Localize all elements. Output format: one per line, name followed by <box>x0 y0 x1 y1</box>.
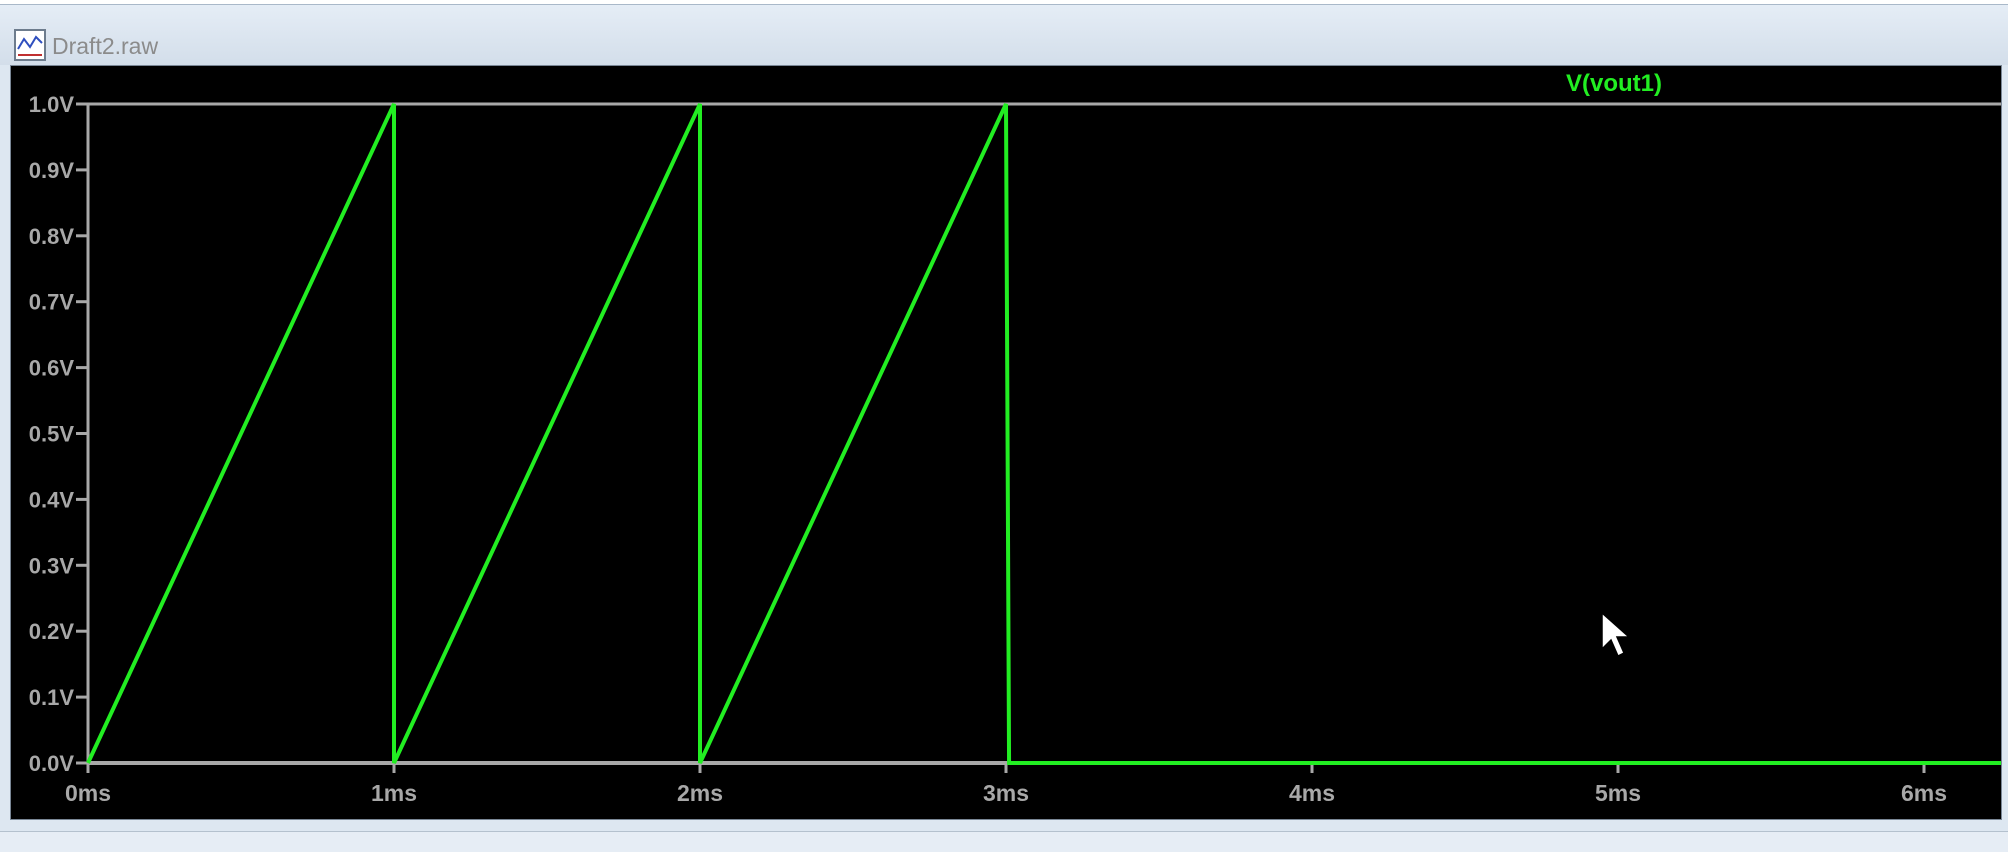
y-tick-label: 0.1V <box>29 685 75 710</box>
y-tick-label: 0.9V <box>29 158 75 183</box>
plot-pane[interactable]: 0.0V 0.1V 0.2V 0.3V 0.4V 0.5V 0.6V 0.7V 0.8V 0.9V… <box>10 65 2008 820</box>
y-tick-label: 0.3V <box>29 553 75 578</box>
window-titlebar[interactable]: Draft2.raw <box>0 5 2008 65</box>
x-tick-label: 0ms <box>65 780 111 806</box>
y-tick-label: 0.5V <box>29 422 75 447</box>
x-tick-label: 4ms <box>1289 780 1335 806</box>
waveform-plot[interactable]: 0.0V 0.1V 0.2V 0.3V 0.4V 0.5V 0.6V 0.7V 0.8V 0.9V… <box>11 66 2008 819</box>
x-tick-label: 2ms <box>677 780 723 806</box>
x-tick-label: 3ms <box>983 780 1029 806</box>
y-tick-label: 1.0V <box>29 92 75 117</box>
x-tick-label: 5ms <box>1595 780 1641 806</box>
waveform-window: Draft2.raw 0.0V 0.1V 0.2V 0.3V 0.4V 0.5V 0.6V 0… <box>0 4 2008 852</box>
y-tick-label: 0.6V <box>29 356 75 381</box>
y-tick-label: 0.8V <box>29 224 75 249</box>
window-title: Draft2.raw <box>52 33 159 59</box>
y-tick-label: 0.7V <box>29 290 75 315</box>
x-tick-label: 1ms <box>371 780 417 806</box>
series-line-vout1[interactable] <box>86 103 2008 765</box>
window-bottom-strip <box>0 831 2008 852</box>
y-tick-label: 0.0V <box>29 751 75 776</box>
series-legend-label[interactable]: V(vout1) <box>1566 70 1662 97</box>
y-tick-label: 0.2V <box>29 619 75 644</box>
waveform-viewer-icon <box>14 29 46 61</box>
y-tick-label: 0.4V <box>29 487 75 512</box>
mouse-cursor-icon <box>1601 611 1631 658</box>
x-tick-label: 6ms <box>1901 780 1947 806</box>
